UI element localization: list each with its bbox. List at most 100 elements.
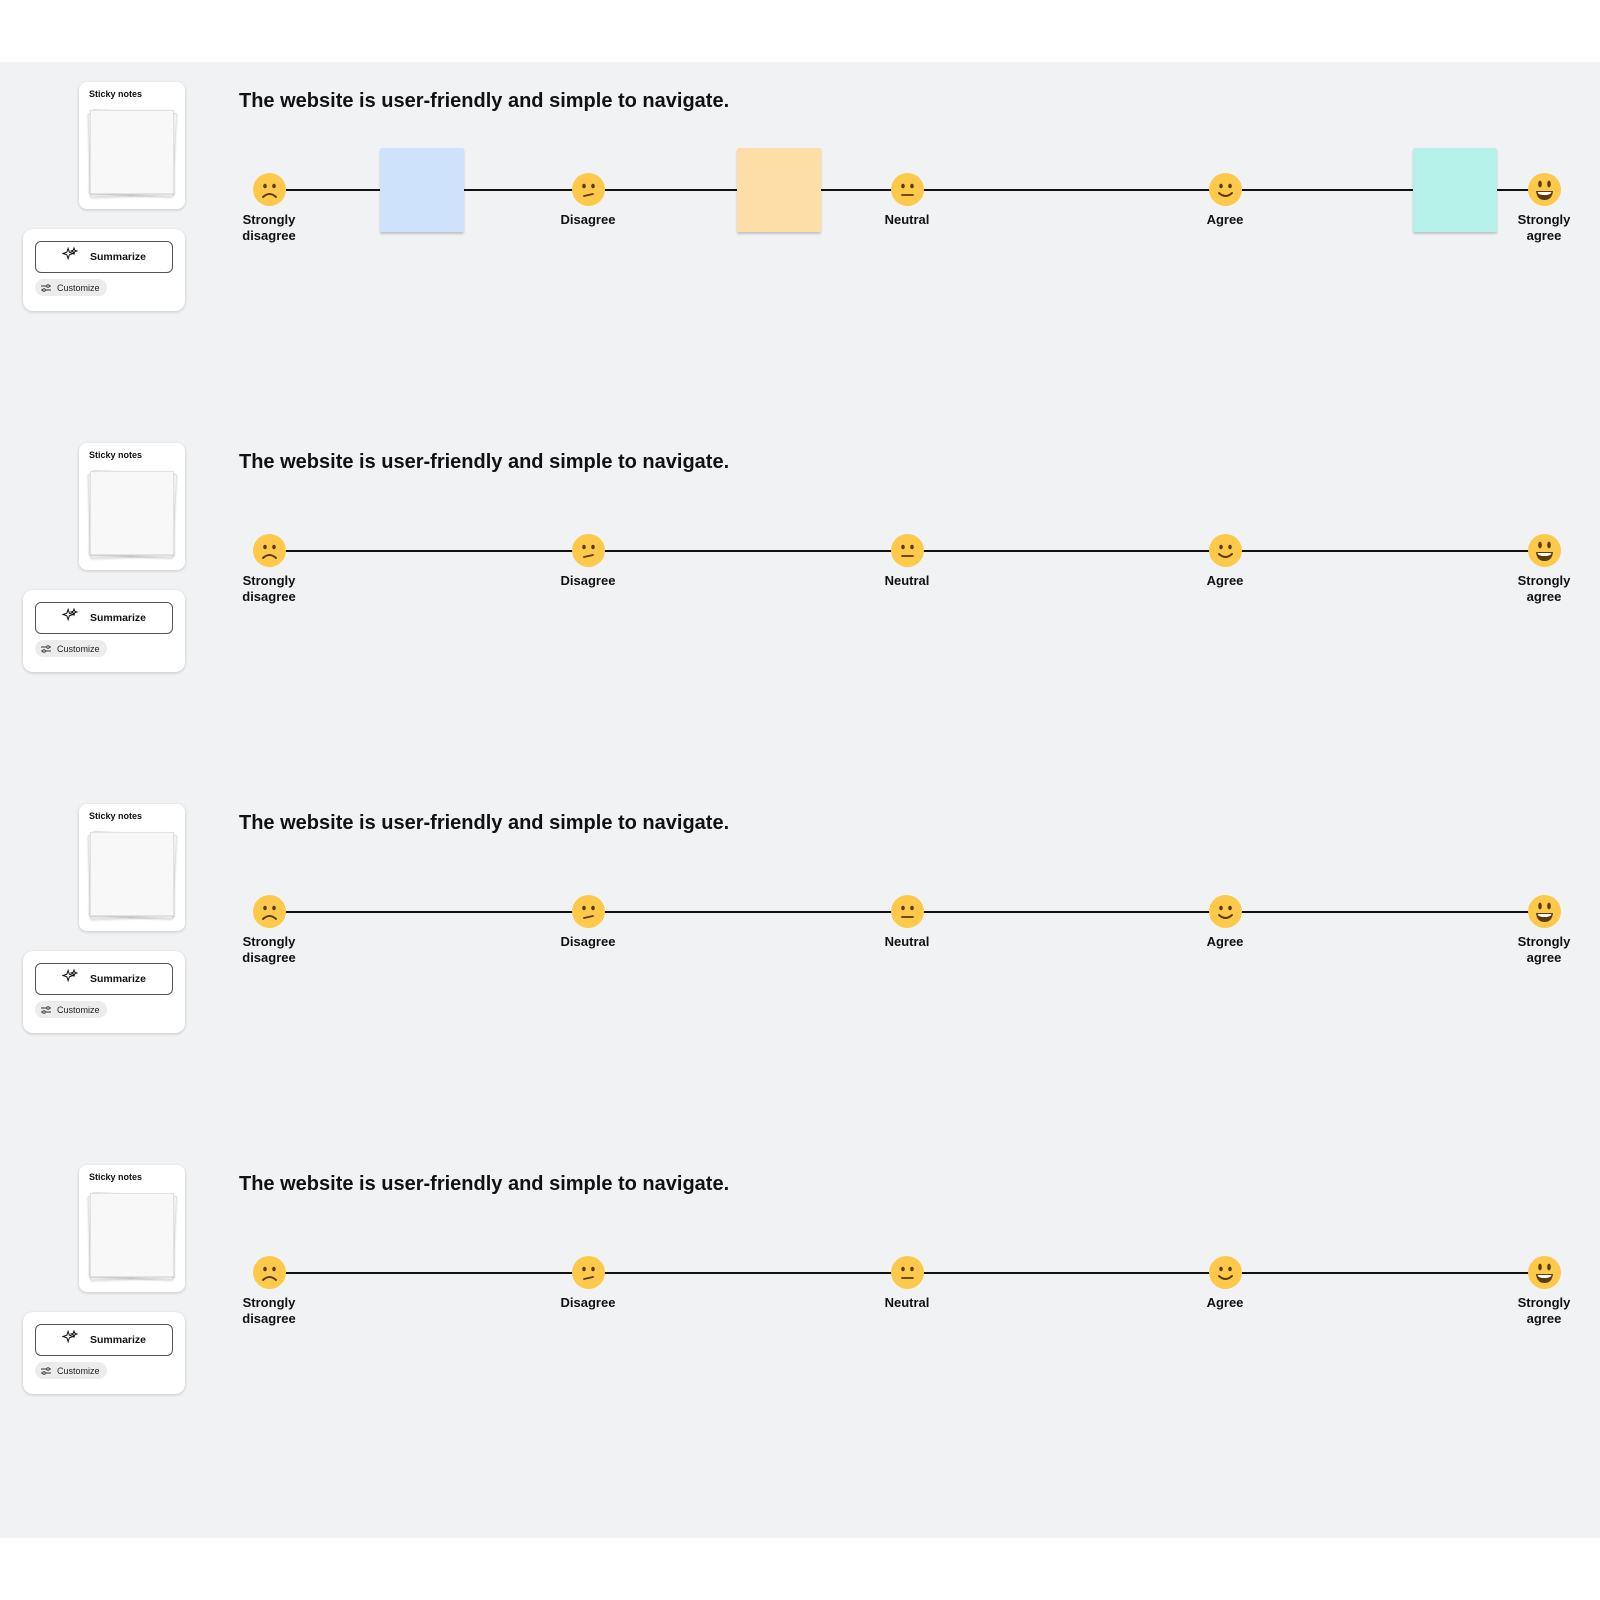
scale-point-label: Agree <box>1206 1295 1244 1310</box>
customize-button[interactable]: Customize <box>35 640 107 657</box>
sparkle-icon <box>61 1329 79 1351</box>
ai-actions-card: Summarize Customize <box>23 229 185 311</box>
sticky-notes-card[interactable]: Sticky notes <box>79 804 185 931</box>
customize-label: Customize <box>57 282 100 293</box>
grinning-face-icon <box>1527 173 1561 206</box>
neutral-face-icon <box>890 534 924 567</box>
sticky-notes-card[interactable]: Sticky notes <box>79 82 185 209</box>
scale-point-label: Neutral <box>884 1295 930 1310</box>
summarize-label: Summarize <box>89 612 147 624</box>
sticky-note[interactable] <box>380 148 464 232</box>
sparkle-icon <box>61 607 79 629</box>
customize-button[interactable]: Customize <box>35 1362 107 1379</box>
question-title: The website is user-friendly and simple … <box>239 812 730 834</box>
sticky-sheet <box>90 1193 174 1277</box>
scale-point-label: Disagree <box>560 212 616 227</box>
smiling-face-icon <box>1208 173 1242 206</box>
scale-point-label: Strongly disagree <box>242 934 296 965</box>
scale-point-label: Neutral <box>884 212 930 227</box>
scale-point-strongly-disagree: Strongly disagree <box>219 1256 319 1327</box>
customize-label: Customize <box>57 1004 100 1015</box>
ai-actions-card: Summarize Customize <box>23 951 185 1033</box>
likert-section: Sticky notes Summarize Customize The web… <box>0 784 1600 1144</box>
customize-label: Customize <box>57 643 100 654</box>
scale-point-label: Strongly agree <box>1517 934 1571 965</box>
sliders-icon <box>41 640 51 658</box>
sticky-notes-label: Sticky notes <box>89 89 143 99</box>
customize-button[interactable]: Customize <box>35 1001 107 1018</box>
scale-point-neutral: Neutral <box>857 895 957 950</box>
scale-point-strongly-agree: Strongly agree <box>1494 895 1594 966</box>
scale-point-agree: Agree <box>1175 895 1275 950</box>
scale-point-neutral: Neutral <box>857 1256 957 1311</box>
scale-point-label: Neutral <box>884 934 930 949</box>
grinning-face-icon <box>1527 895 1561 928</box>
very-sad-face-icon <box>252 534 286 567</box>
grinning-face-icon <box>1527 1256 1561 1289</box>
scale-point-agree: Agree <box>1175 1256 1275 1311</box>
scale-point-disagree: Disagree <box>538 173 638 228</box>
likert-section: Sticky notes Summarize Customize The web… <box>0 423 1600 783</box>
scale-point-strongly-disagree: Strongly disagree <box>219 173 319 244</box>
sparkle-icon <box>61 246 79 268</box>
confused-face-icon <box>571 173 605 206</box>
scale-point-label: Strongly disagree <box>242 573 296 604</box>
sticky-note[interactable] <box>1412 148 1497 232</box>
scale-point-label: Disagree <box>560 934 616 949</box>
sticky-notes-stack-icon[interactable] <box>87 108 178 200</box>
question-title: The website is user-friendly and simple … <box>239 1173 730 1195</box>
sliders-icon <box>41 279 51 297</box>
question-title: The website is user-friendly and simple … <box>239 451 730 473</box>
summarize-label: Summarize <box>89 1334 147 1346</box>
summarize-button[interactable]: Summarize <box>35 602 173 634</box>
scale-point-strongly-agree: Strongly agree <box>1494 534 1594 605</box>
sticky-notes-label: Sticky notes <box>89 450 143 460</box>
scale-point-label: Strongly agree <box>1517 1295 1571 1326</box>
ai-actions-card: Summarize Customize <box>23 590 185 672</box>
scale-point-label: Strongly disagree <box>242 212 296 243</box>
summarize-button[interactable]: Summarize <box>35 241 173 273</box>
sticky-notes-stack-icon[interactable] <box>87 830 178 922</box>
very-sad-face-icon <box>252 173 286 206</box>
confused-face-icon <box>571 1256 605 1289</box>
scale-point-strongly-disagree: Strongly disagree <box>219 534 319 605</box>
summarize-button[interactable]: Summarize <box>35 963 173 995</box>
sticky-notes-stack-icon[interactable] <box>87 469 178 561</box>
neutral-face-icon <box>890 895 924 928</box>
smiling-face-icon <box>1208 534 1242 567</box>
sliders-icon <box>41 1001 51 1019</box>
scale-point-label: Disagree <box>560 1295 616 1310</box>
scale-point-label: Strongly disagree <box>242 1295 296 1326</box>
scale-point-label: Strongly agree <box>1517 573 1571 604</box>
customize-button[interactable]: Customize <box>35 279 107 296</box>
summarize-button[interactable]: Summarize <box>35 1324 173 1356</box>
sticky-notes-stack-icon[interactable] <box>87 1191 178 1283</box>
very-sad-face-icon <box>252 895 286 928</box>
confused-face-icon <box>571 534 605 567</box>
scale-point-strongly-agree: Strongly agree <box>1494 173 1594 244</box>
grinning-face-icon <box>1527 534 1561 567</box>
scale-point-label: Disagree <box>560 573 616 588</box>
scale-point-strongly-disagree: Strongly disagree <box>219 895 319 966</box>
sticky-note[interactable] <box>737 148 821 232</box>
sticky-sheet <box>90 832 174 916</box>
whiteboard-canvas[interactable]: Sticky notes Summarize Customize The web… <box>0 62 1600 1538</box>
scale-point-neutral: Neutral <box>857 173 957 228</box>
sticky-sheet <box>90 471 174 555</box>
sticky-notes-card[interactable]: Sticky notes <box>79 443 185 570</box>
confused-face-icon <box>571 895 605 928</box>
smiling-face-icon <box>1208 1256 1242 1289</box>
scale-point-label: Strongly agree <box>1517 212 1571 243</box>
neutral-face-icon <box>890 1256 924 1289</box>
smiling-face-icon <box>1208 895 1242 928</box>
sticky-sheet <box>90 110 174 194</box>
scale-point-disagree: Disagree <box>538 895 638 950</box>
scale-point-agree: Agree <box>1175 173 1275 228</box>
likert-section: Sticky notes Summarize Customize The web… <box>0 1145 1600 1505</box>
scale-point-disagree: Disagree <box>538 1256 638 1311</box>
sliders-icon <box>41 1362 51 1380</box>
sticky-notes-card[interactable]: Sticky notes <box>79 1165 185 1292</box>
sticky-notes-label: Sticky notes <box>89 1172 143 1182</box>
summarize-label: Summarize <box>89 973 147 985</box>
likert-section: Sticky notes Summarize Customize The web… <box>0 62 1600 422</box>
